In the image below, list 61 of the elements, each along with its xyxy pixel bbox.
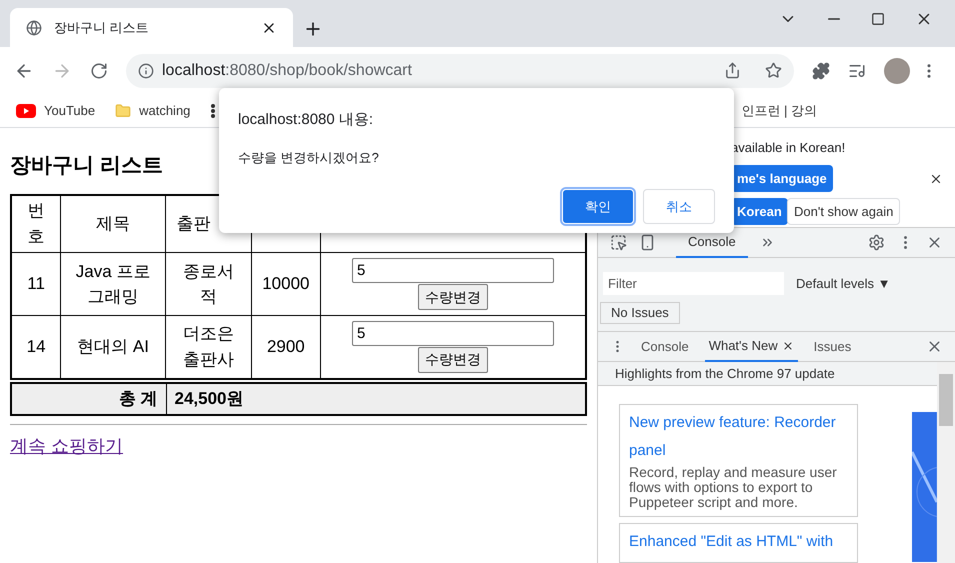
- translate-button[interactable]: Don't show again: [787, 198, 900, 225]
- scrollbar[interactable]: [937, 362, 955, 563]
- tab-title: 장바구니 리스트: [54, 18, 150, 37]
- drawer-tab[interactable]: Issues: [810, 332, 856, 362]
- video-play-icon: [16, 104, 36, 118]
- dialog-title: localhost:8080 내용:: [238, 110, 374, 130]
- translate-button[interactable]: me's language: [731, 165, 833, 192]
- table-cell: 14: [26, 337, 46, 356]
- table-cell: 11: [27, 274, 45, 294]
- feature-card[interactable]: New preview feature: Recorder panel Record, replay and measure user flows with options to export to Puppeteer script and more.: [619, 404, 858, 517]
- total-label: 총 계: [118, 388, 158, 408]
- folder-icon: [115, 102, 132, 118]
- extensions-icon[interactable]: [812, 62, 830, 80]
- browser-tab[interactable]: 장바구니 리스트: [10, 8, 293, 47]
- table-cell-text: 더조은 출판사: [182, 323, 234, 371]
- total-value: 24,500원: [174, 388, 244, 408]
- continue-shopping-link[interactable]: 계속 쇼핑하기: [10, 436, 124, 456]
- feature-card[interactable]: Enhanced "Edit as HTML" with: [619, 523, 858, 563]
- translate-button[interactable]: Korean: [731, 198, 788, 225]
- table-cell-text: Java 프로그래밍: [74, 260, 152, 308]
- log-levels-dropdown[interactable]: Default levels ▼: [796, 274, 891, 294]
- column-header: 제목: [96, 214, 130, 233]
- bookmark-link[interactable]: watching: [139, 100, 190, 120]
- table-cell-text: 현대의 AI: [76, 336, 150, 358]
- star-icon[interactable]: [765, 62, 782, 79]
- change-quantity-button[interactable]: 수량변경: [418, 284, 488, 310]
- settings-icon[interactable]: [868, 234, 885, 251]
- close-icon[interactable]: [929, 172, 943, 186]
- feature-description: Record, replay and measure user flows with options to export to Puppeteer script and more.: [629, 465, 838, 510]
- close-icon[interactable]: [782, 340, 794, 352]
- feature-title[interactable]: New preview feature: Recorder panel: [629, 409, 848, 465]
- url-text: localhost:8080/shop/book/showcart: [162, 60, 413, 80]
- dialog-button[interactable]: 확인: [562, 189, 634, 224]
- page-heading: 장바구니 리스트: [10, 153, 163, 179]
- quantity-field[interactable]: 5: [352, 320, 554, 346]
- table-cell: 2900: [266, 337, 305, 356]
- share-icon[interactable]: [724, 62, 741, 79]
- reload-icon[interactable]: [90, 62, 108, 80]
- info-icon: [138, 62, 154, 78]
- avatar[interactable]: [884, 58, 910, 84]
- address-bar[interactable]: localhost:8080/shop/book/showcart: [126, 54, 794, 88]
- feature-title[interactable]: Enhanced "Edit as HTML" with: [629, 528, 848, 556]
- change-quantity-button[interactable]: 수량변경: [418, 346, 488, 373]
- column-header: 출판: [176, 213, 210, 235]
- maximize-icon[interactable]: [871, 12, 885, 26]
- bookmark-link[interactable]: 인프런 | 강의: [741, 100, 818, 120]
- issues-button[interactable]: No Issues: [600, 302, 680, 324]
- globe-icon: [26, 20, 42, 36]
- dialog-button[interactable]: 취소: [643, 189, 715, 224]
- device-icon[interactable]: [639, 234, 656, 251]
- highlights-heading: Highlights from the Chrome 97 update: [615, 364, 835, 383]
- table-cell-text: 종로서적: [182, 260, 234, 308]
- bookmark-link[interactable]: YouTube: [44, 100, 96, 120]
- grid-icon: [210, 104, 216, 118]
- quantity-field[interactable]: 5: [352, 258, 554, 283]
- drawer-tab[interactable]: Console: [637, 332, 693, 362]
- table-cell: 10000: [262, 274, 310, 294]
- column-header: 번호: [27, 200, 46, 248]
- dialog-message: 수량을 변경하시겠어요?: [238, 148, 380, 166]
- filter-field[interactable]: Filter: [603, 272, 784, 295]
- inspect-icon[interactable]: [610, 234, 627, 251]
